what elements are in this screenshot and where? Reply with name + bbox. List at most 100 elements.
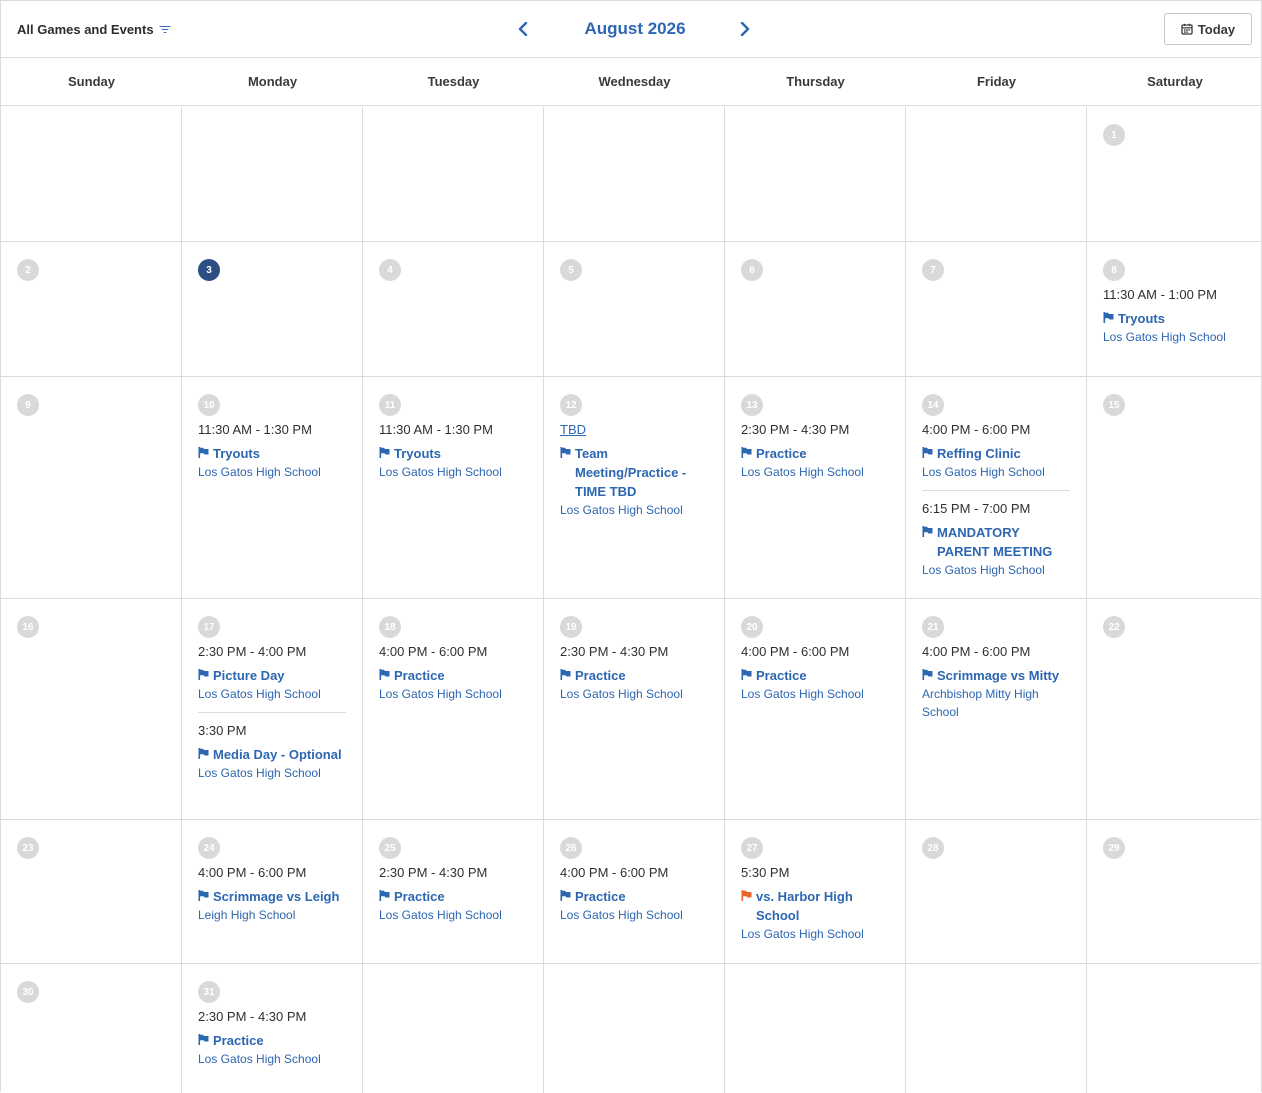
calendar-event[interactable]: 2:30 PM - 4:00 PM Picture Day Los Gatos Hi… bbox=[198, 643, 346, 703]
day-cell[interactable]: 29 bbox=[1087, 820, 1262, 963]
event-location[interactable]: Los Gatos High School bbox=[198, 1050, 346, 1068]
event-flag-icon bbox=[922, 447, 933, 458]
event-title[interactable]: Practice bbox=[741, 444, 889, 463]
day-cell[interactable]: 19 2:30 PM - 4:30 PM Practice Los Gatos Hig… bbox=[544, 599, 725, 819]
day-cell[interactable]: 23 bbox=[1, 820, 182, 963]
day-cell[interactable]: 2 bbox=[1, 242, 182, 376]
event-flag-icon bbox=[741, 447, 752, 458]
day-cell[interactable]: 1 bbox=[1087, 107, 1262, 241]
event-title[interactable]: Tryouts bbox=[379, 444, 527, 463]
event-location[interactable]: Los Gatos High School bbox=[198, 685, 346, 703]
next-month-button[interactable] bbox=[735, 18, 755, 40]
event-location[interactable]: Archbishop Mitty High School bbox=[922, 685, 1070, 721]
event-title[interactable]: Reffing Clinic bbox=[922, 444, 1070, 463]
day-cell[interactable]: 21 4:00 PM - 6:00 PM Scrimmage vs Mitty Arc… bbox=[906, 599, 1087, 819]
event-filter-dropdown[interactable]: All Games and Events bbox=[17, 20, 171, 38]
calendar-event[interactable]: 4:00 PM - 6:00 PM Practice Los Gatos High … bbox=[741, 643, 889, 703]
calendar-event[interactable]: 2:30 PM - 4:30 PM Practice Los Gatos High … bbox=[379, 864, 527, 924]
calendar-event[interactable]: 2:30 PM - 4:30 PM Practice Los Gatos High … bbox=[198, 1008, 346, 1068]
event-title[interactable]: Practice bbox=[560, 666, 708, 685]
day-cell[interactable]: 22 bbox=[1087, 599, 1262, 819]
event-time: 6:15 PM - 7:00 PM bbox=[922, 501, 1031, 516]
event-location[interactable]: Los Gatos High School bbox=[560, 906, 708, 924]
calendar-event[interactable]: 4:00 PM - 6:00 PM Practice Los Gatos High … bbox=[379, 643, 527, 703]
event-location[interactable]: Los Gatos High School bbox=[741, 463, 889, 481]
event-location[interactable]: Los Gatos High School bbox=[379, 906, 527, 924]
day-number: 5 bbox=[560, 259, 582, 281]
event-title[interactable]: MANDATORY PARENT MEETING bbox=[922, 523, 1070, 561]
calendar-event[interactable]: 5:30 PM vs. Harbor High School Los Gatos H… bbox=[741, 864, 889, 943]
empty-day-cell bbox=[363, 964, 544, 1093]
event-title-text: Picture Day bbox=[213, 668, 285, 683]
day-cell[interactable]: 10 11:30 AM - 1:30 PM Tryouts Los Gatos Hig… bbox=[182, 377, 363, 598]
calendar-event[interactable]: 11:30 AM - 1:00 PM Tryouts Los Gatos High … bbox=[1103, 286, 1247, 346]
day-cell[interactable]: 25 2:30 PM - 4:30 PM Practice Los Gatos Hig… bbox=[363, 820, 544, 963]
event-title[interactable]: Tryouts bbox=[198, 444, 346, 463]
event-title-text: MANDATORY PARENT MEETING bbox=[937, 525, 1053, 559]
day-cell[interactable]: 5 bbox=[544, 242, 725, 376]
day-cell[interactable]: 15 bbox=[1087, 377, 1262, 598]
calendar-event[interactable]: 6:15 PM - 7:00 PM MANDATORY PARENT MEETIN… bbox=[922, 490, 1070, 579]
empty-day-cell bbox=[725, 964, 906, 1093]
day-cell[interactable]: 26 4:00 PM - 6:00 PM Practice Los Gatos Hig… bbox=[544, 820, 725, 963]
day-cell[interactable]: 4 bbox=[363, 242, 544, 376]
calendar-event[interactable]: 11:30 AM - 1:30 PM Tryouts Los Gatos High … bbox=[379, 421, 527, 481]
event-location[interactable]: Los Gatos High School bbox=[741, 925, 889, 943]
event-time: 4:00 PM - 6:00 PM bbox=[379, 644, 488, 659]
calendar-event[interactable]: 4:00 PM - 6:00 PM Practice Los Gatos High … bbox=[560, 864, 708, 924]
event-location[interactable]: Los Gatos High School bbox=[379, 685, 527, 703]
day-cell[interactable]: 24 4:00 PM - 6:00 PM Scrimmage vs Leigh Lei… bbox=[182, 820, 363, 963]
day-cell[interactable]: 14 4:00 PM - 6:00 PM Reffing Clinic Los Gat… bbox=[906, 377, 1087, 598]
day-cell[interactable]: 3 bbox=[182, 242, 363, 376]
day-cell[interactable]: 31 2:30 PM - 4:30 PM Practice Los Gatos Hig… bbox=[182, 964, 363, 1093]
event-location[interactable]: Los Gatos High School bbox=[560, 685, 708, 703]
event-title[interactable]: Tryouts bbox=[1103, 309, 1247, 328]
day-cell[interactable]: 28 bbox=[906, 820, 1087, 963]
day-cell[interactable]: 30 bbox=[1, 964, 182, 1093]
event-title[interactable]: Practice bbox=[198, 1031, 346, 1050]
calendar-event[interactable]: TBD Team Meeting/Practice - TIME TBD Los G… bbox=[560, 421, 708, 519]
previous-month-button[interactable] bbox=[513, 18, 533, 40]
event-location[interactable]: Los Gatos High School bbox=[560, 501, 708, 519]
day-cell[interactable]: 11 11:30 AM - 1:30 PM Tryouts Los Gatos Hig… bbox=[363, 377, 544, 598]
calendar-event[interactable]: 4:00 PM - 6:00 PM Scrimmage vs Mitty Archb… bbox=[922, 643, 1070, 721]
event-title[interactable]: Practice bbox=[560, 887, 708, 906]
calendar-event[interactable]: 3:30 PM Media Day - Optional Los Gatos Hig… bbox=[198, 712, 346, 782]
event-title[interactable]: Media Day - Optional bbox=[198, 745, 346, 764]
calendar-event[interactable]: 2:30 PM - 4:30 PM Practice Los Gatos High … bbox=[741, 421, 889, 481]
event-location[interactable]: Los Gatos High School bbox=[922, 561, 1070, 579]
day-cell[interactable]: 12 TBD Team Meeting/Practice - TIME TBD Los… bbox=[544, 377, 725, 598]
event-location[interactable]: Los Gatos High School bbox=[741, 685, 889, 703]
event-title[interactable]: Practice bbox=[379, 666, 527, 685]
event-title-text: Tryouts bbox=[1118, 311, 1165, 326]
day-cell[interactable]: 13 2:30 PM - 4:30 PM Practice Los Gatos Hig… bbox=[725, 377, 906, 598]
calendar-event[interactable]: 4:00 PM - 6:00 PM Reffing Clinic Los Gatos… bbox=[922, 421, 1070, 481]
event-location[interactable]: Los Gatos High School bbox=[198, 764, 346, 782]
day-cell[interactable]: 6 bbox=[725, 242, 906, 376]
day-cell[interactable]: 16 bbox=[1, 599, 182, 819]
event-title[interactable]: Picture Day bbox=[198, 666, 346, 685]
day-cell[interactable]: 17 2:30 PM - 4:00 PM Picture Day Los Gatos … bbox=[182, 599, 363, 819]
calendar-event[interactable]: 4:00 PM - 6:00 PM Scrimmage vs Leigh Leigh… bbox=[198, 864, 346, 924]
event-title[interactable]: Practice bbox=[379, 887, 527, 906]
event-title[interactable]: Practice bbox=[741, 666, 889, 685]
event-title[interactable]: Scrimmage vs Leigh bbox=[198, 887, 346, 906]
event-location[interactable]: Los Gatos High School bbox=[198, 463, 346, 481]
event-title[interactable]: Team Meeting/Practice - TIME TBD bbox=[560, 444, 708, 501]
day-cell[interactable]: 7 bbox=[906, 242, 1087, 376]
today-button[interactable]: Today bbox=[1164, 13, 1252, 45]
day-cell[interactable]: 18 4:00 PM - 6:00 PM Practice Los Gatos Hig… bbox=[363, 599, 544, 819]
event-title[interactable]: vs. Harbor High School bbox=[741, 887, 889, 925]
week-row: 1 bbox=[1, 107, 1262, 242]
day-cell[interactable]: 8 11:30 AM - 1:00 PM Tryouts Los Gatos High… bbox=[1087, 242, 1262, 376]
event-location[interactable]: Los Gatos High School bbox=[922, 463, 1070, 481]
day-cell[interactable]: 27 5:30 PM vs. Harbor High School Los Gatos… bbox=[725, 820, 906, 963]
event-location[interactable]: Los Gatos High School bbox=[379, 463, 527, 481]
day-cell[interactable]: 20 4:00 PM - 6:00 PM Practice Los Gatos Hig… bbox=[725, 599, 906, 819]
event-location[interactable]: Los Gatos High School bbox=[1103, 328, 1247, 346]
event-title[interactable]: Scrimmage vs Mitty bbox=[922, 666, 1070, 685]
day-cell[interactable]: 9 bbox=[1, 377, 182, 598]
calendar-event[interactable]: 2:30 PM - 4:30 PM Practice Los Gatos High … bbox=[560, 643, 708, 703]
calendar-event[interactable]: 11:30 AM - 1:30 PM Tryouts Los Gatos High … bbox=[198, 421, 346, 481]
event-location[interactable]: Leigh High School bbox=[198, 906, 346, 924]
